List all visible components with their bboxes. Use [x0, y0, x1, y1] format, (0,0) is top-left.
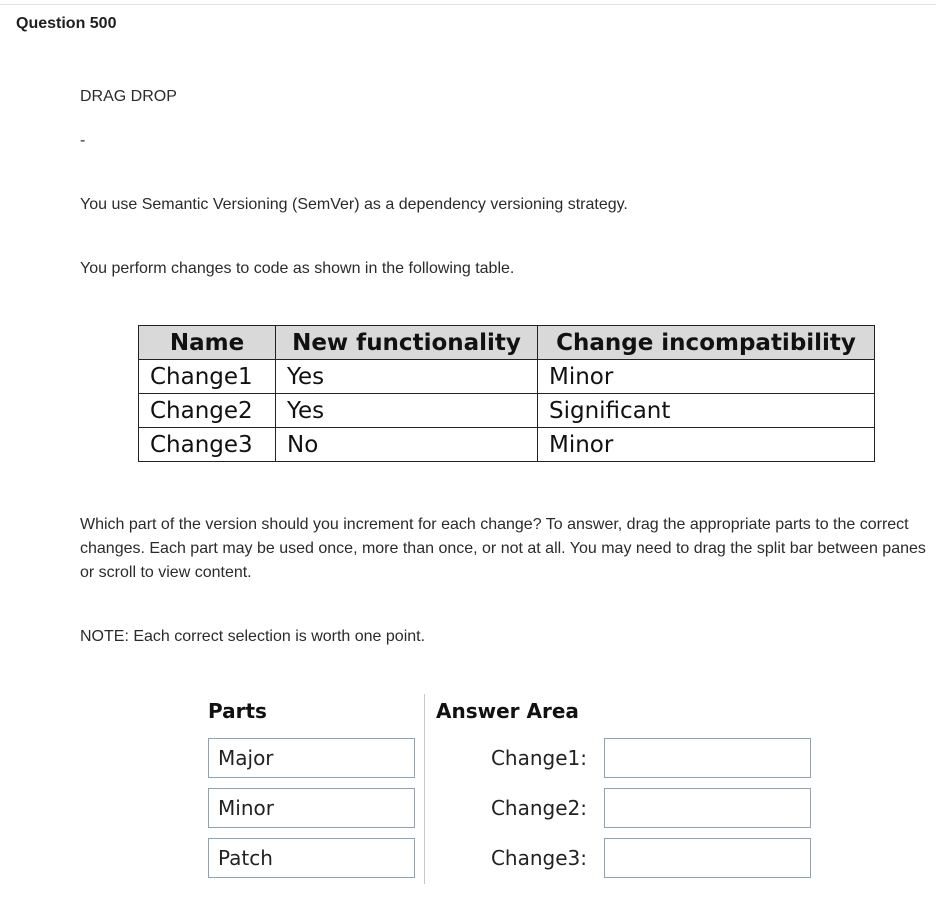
table-cell-new-functionality: Yes — [275, 359, 538, 394]
split-bar[interactable] — [424, 694, 425, 884]
top-divider — [0, 4, 936, 5]
parts-heading: Parts — [208, 699, 267, 723]
table-cell-name: Change3 — [138, 427, 276, 462]
table-row: Change1 Yes Minor — [138, 359, 875, 394]
dash-separator: - — [80, 132, 86, 149]
table-cell-change-incompatibility: Minor — [537, 427, 875, 462]
intro-paragraph: You use Semantic Versioning (SemVer) as … — [80, 196, 628, 213]
answer-area-heading: Answer Area — [436, 699, 579, 723]
question-title: Question 500 — [16, 15, 117, 32]
drop-target-change2[interactable] — [604, 788, 811, 828]
table-cell-change-incompatibility: Minor — [537, 359, 875, 394]
note-paragraph: NOTE: Each correct selection is worth on… — [80, 628, 426, 645]
table-cell-new-functionality: No — [275, 427, 538, 462]
changes-table: Name New functionality Change incompatib… — [138, 325, 875, 462]
table-row: Change2 Yes Significant — [138, 393, 875, 428]
part-minor[interactable]: Minor — [208, 788, 415, 828]
target-label-change2: Change2: — [490, 796, 587, 820]
table-cell-name: Change1 — [138, 359, 276, 394]
table-intro-paragraph: You perform changes to code as shown in … — [80, 260, 515, 277]
part-major[interactable]: Major — [208, 738, 415, 778]
drop-target-change1[interactable] — [604, 738, 811, 778]
question-type-label: DRAG DROP — [80, 88, 177, 105]
table-row: Change3 No Minor — [138, 427, 875, 462]
drop-target-change3[interactable] — [604, 838, 811, 878]
target-label-change3: Change3: — [490, 846, 587, 870]
table-cell-new-functionality: Yes — [275, 393, 538, 428]
part-patch[interactable]: Patch — [208, 838, 415, 878]
table-cell-change-incompatibility: Significant — [537, 393, 875, 428]
table-cell-name: Change2 — [138, 393, 276, 428]
header-change-incompatibility: Change incompatibility — [537, 325, 875, 360]
instructions-paragraph: Which part of the version should you inc… — [80, 516, 926, 581]
header-new-functionality: New functionality — [275, 325, 538, 360]
target-label-change1: Change1: — [490, 746, 587, 770]
table-header-row: Name New functionality Change incompatib… — [138, 325, 875, 360]
header-name: Name — [138, 325, 276, 360]
